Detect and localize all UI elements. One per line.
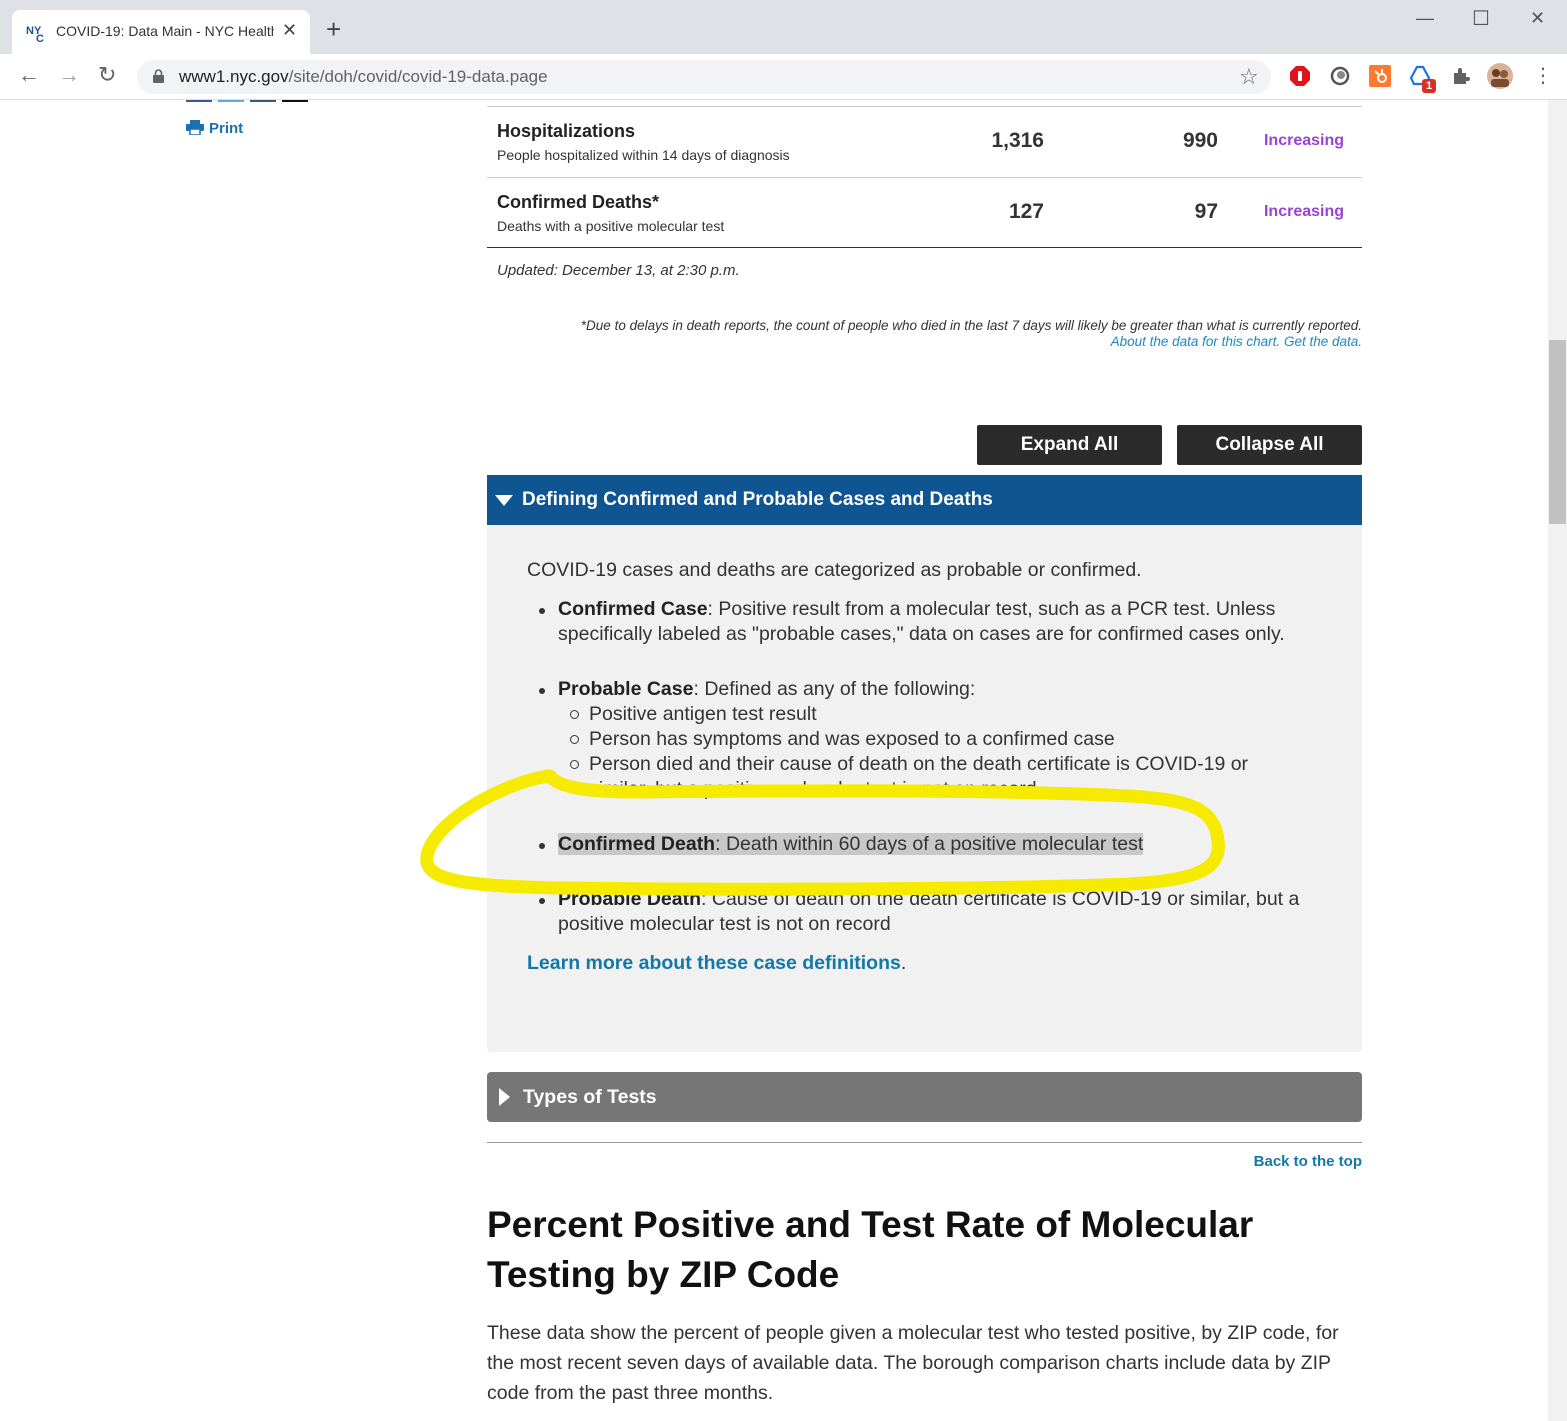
row-subtitle: People hospitalized within 14 days of di… <box>497 147 790 163</box>
trend-label: Increasing <box>1263 132 1344 149</box>
learn-more-line: Learn more about these case definitions. <box>527 952 906 975</box>
expand-all-button[interactable]: Expand All <box>977 425 1162 465</box>
address-bar[interactable]: www1.nyc.gov/site/doh/covid/covid-19-dat… <box>137 60 1271 94</box>
selected-text-highlight[interactable]: Confirmed Death: Death within 60 days of… <box>558 833 1144 855</box>
facebook-share-icon[interactable] <box>186 100 212 102</box>
previous-value: 97 <box>1194 200 1218 223</box>
sub-list-item: Person has symptoms and was exposed to a… <box>570 727 1289 752</box>
accordion-title: Types of Tests <box>523 1086 657 1108</box>
caret-right-icon <box>499 1088 510 1106</box>
bullet-icon <box>539 843 545 849</box>
sub-item-text: Person has symptoms and was exposed to a… <box>589 728 1115 750</box>
accordion-case-definitions: Defining Confirmed and Probable Cases an… <box>487 475 1362 1052</box>
term: Confirmed Case <box>558 598 708 620</box>
accordion-body: COVID-19 cases and deaths are categorize… <box>487 525 1362 1052</box>
browser-toolbar: ← → ↻ www1.nyc.gov/site/doh/covid/covid-… <box>0 54 1567 100</box>
bookmark-star-icon[interactable]: ☆ <box>1239 64 1259 90</box>
bullet-icon <box>539 898 545 904</box>
tab-strip: NY C COVID-19: Data Main - NYC Health ✕ … <box>0 0 1567 54</box>
table-row: Confirmed Deaths* Deaths with a positive… <box>487 177 1362 248</box>
bullet-icon <box>539 608 545 614</box>
caret-down-icon <box>495 495 513 506</box>
browser-tab[interactable]: NY C COVID-19: Data Main - NYC Health ✕ <box>12 10 310 54</box>
learn-more-link[interactable]: Learn more about these case definitions <box>527 952 901 974</box>
url-text: www1.nyc.gov/site/doh/covid/covid-19-dat… <box>179 67 548 87</box>
death-delay-footnote: *Due to delays in death reports, the cou… <box>580 318 1362 333</box>
back-icon[interactable]: ← <box>18 62 40 88</box>
profile-avatar[interactable] <box>1486 62 1514 90</box>
circle-bullet-icon <box>570 760 579 769</box>
url-path: /site/doh/covid/covid-19-data.page <box>288 67 548 86</box>
forward-icon[interactable]: → <box>58 62 80 88</box>
twitter-share-icon[interactable] <box>218 100 244 102</box>
list-item-confirmed-case: Confirmed Case: Positive result from a m… <box>539 597 1328 647</box>
bullet-icon <box>539 688 545 694</box>
get-data-link[interactable]: Get the data. <box>1284 334 1362 349</box>
sub-item-text: Person died and their cause of death on … <box>589 753 1249 800</box>
sub-list-item: Positive antigen test result <box>570 702 1289 727</box>
svg-text:C: C <box>36 33 44 42</box>
sub-item-text: Positive antigen test result <box>589 703 817 725</box>
accordion-types-of-tests[interactable]: Types of Tests <box>487 1072 1362 1122</box>
table-row: Hospitalizations People hospitalized wit… <box>487 106 1362 177</box>
previous-value: 990 <box>1182 129 1218 152</box>
url-host: www1.nyc.gov <box>179 67 289 86</box>
close-tab-icon[interactable]: ✕ <box>282 20 297 41</box>
sub-list-item: Person died and their cause of death on … <box>570 752 1289 802</box>
section-paragraph: These data show the percent of people gi… <box>487 1322 1339 1404</box>
definition: : Death within 60 days of a positive mol… <box>715 833 1144 855</box>
chart-links: About the data for this chart. Get the d… <box>487 334 1362 349</box>
vertical-scrollbar[interactable] <box>1548 100 1567 1421</box>
circle-bullet-icon <box>570 735 579 744</box>
hubspot-extension-icon[interactable] <box>1369 65 1391 87</box>
extension-circle-icon[interactable] <box>1329 65 1351 87</box>
print-label: Print <box>209 120 244 137</box>
window-close-icon[interactable]: ✕ <box>1530 8 1545 29</box>
new-tab-icon[interactable]: + <box>326 16 341 42</box>
accordion-header[interactable]: Defining Confirmed and Probable Cases an… <box>487 475 1362 525</box>
recent-value: 1,316 <box>991 129 1044 152</box>
row-title: Hospitalizations <box>497 121 636 141</box>
email-share-icon[interactable] <box>250 100 276 102</box>
printer-icon <box>186 120 204 135</box>
extension-badge: 1 <box>1422 79 1436 93</box>
adblock-extension-icon[interactable] <box>1289 65 1311 87</box>
period: . <box>900 952 907 974</box>
list-item-probable-death: Probable Death: Cause of death on the de… <box>539 887 1328 937</box>
covid-stats-table: Hospitalizations People hospitalized wit… <box>487 106 1362 248</box>
reload-icon[interactable]: ↻ <box>98 62 116 88</box>
collapse-all-button[interactable]: Collapse All <box>1177 425 1362 465</box>
row-title: Confirmed Deaths* <box>497 192 660 212</box>
term: Probable Case <box>558 678 694 700</box>
definition: : Defined as any of the following: <box>693 678 976 700</box>
row-subtitle: Deaths with a positive molecular test <box>497 218 725 234</box>
circle-bullet-icon <box>570 710 579 719</box>
browser-menu-icon[interactable]: ⋮ <box>1533 63 1553 88</box>
about-data-link[interactable]: About the data for this chart. <box>1111 334 1281 349</box>
nyc-favicon-icon: NY C <box>26 25 44 42</box>
lock-icon <box>153 69 164 83</box>
list-item-probable-case: Probable Case: Defined as any of the fol… <box>539 677 1328 702</box>
scrollbar-thumb[interactable] <box>1549 340 1566 524</box>
back-to-top-link[interactable]: Back to the top <box>487 1153 1362 1170</box>
maximize-icon[interactable]: ☐ <box>1472 6 1490 31</box>
term: Confirmed Death <box>558 833 716 855</box>
list-item-confirmed-death: Confirmed Death: Death within 60 days of… <box>539 832 1328 857</box>
section-heading: Percent Positive and Test Rate of Molecu… <box>487 1204 1254 1295</box>
accordion-title: Defining Confirmed and Probable Cases an… <box>522 489 993 510</box>
updated-timestamp: Updated: December 13, at 2:30 p.m. <box>497 262 740 279</box>
share-icon[interactable] <box>282 100 308 102</box>
extensions-puzzle-icon[interactable] <box>1450 65 1472 87</box>
trend-label: Increasing <box>1263 203 1344 220</box>
print-link[interactable]: Print <box>186 120 243 137</box>
intro-text: COVID-19 cases and deaths are categorize… <box>527 559 1142 581</box>
minimize-icon[interactable]: — <box>1416 8 1434 29</box>
tab-title: COVID-19: Data Main - NYC Health <box>56 23 274 39</box>
term: Probable Death <box>558 888 702 910</box>
divider <box>487 1142 1362 1143</box>
page-viewport: Print Hospitalizations People hospitaliz… <box>0 100 1548 1421</box>
recent-value: 127 <box>1008 200 1044 223</box>
